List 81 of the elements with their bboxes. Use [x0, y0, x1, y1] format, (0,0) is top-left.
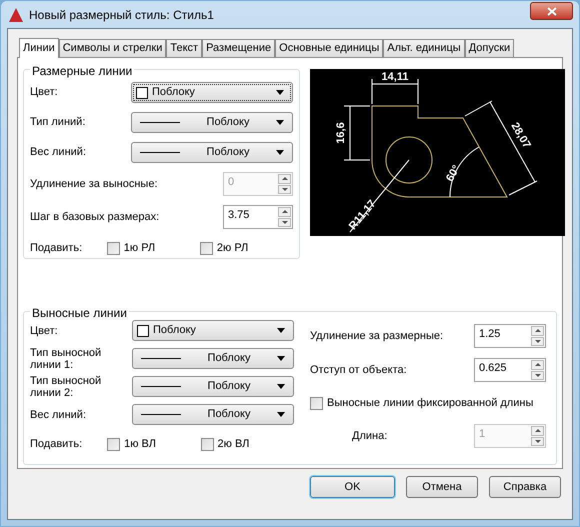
- line-sample-icon: [141, 358, 181, 359]
- dropdown-arrow-icon: [277, 328, 285, 333]
- field-label: Удлинение за размерные:: [310, 328, 444, 344]
- tab[interactable]: Альт. единицы: [383, 39, 465, 57]
- line-sample-icon: [141, 386, 181, 387]
- close-icon: [546, 6, 556, 16]
- checkbox[interactable]: [200, 438, 214, 450]
- dialog-button[interactable]: OK: [310, 476, 395, 498]
- checkbox-label: 2ю РЛ: [216, 240, 248, 256]
- spin-down-icon[interactable]: [531, 336, 544, 346]
- dropdown-arrow-icon: [276, 90, 284, 95]
- suppress-label: Подавить:: [30, 240, 84, 256]
- checkbox-label: 2ю ВЛ: [218, 436, 250, 452]
- field-label: Отступ от объекта:: [310, 362, 407, 378]
- dropdown[interactable]: Поблоку: [132, 320, 294, 341]
- dimension-label: 16,6: [335, 122, 347, 144]
- checkbox[interactable]: [200, 242, 213, 254]
- spinner-value: 0: [227, 175, 236, 190]
- spinner-value: 0.625: [478, 361, 508, 376]
- suppress-label: Подавить:: [30, 436, 84, 452]
- dropdown[interactable]: Поблоку: [131, 82, 293, 103]
- dropdown[interactable]: Поблоку: [132, 404, 294, 425]
- field-label: Вес линий:: [30, 145, 86, 160]
- close-button[interactable]: [530, 2, 573, 20]
- tab[interactable]: Размещение: [202, 39, 276, 57]
- dropdown-value: Поблоку: [206, 379, 252, 394]
- dropdown-arrow-icon: [276, 120, 284, 125]
- checkbox[interactable]: [107, 438, 120, 450]
- checkbox-label: 1ю ВЛ: [124, 436, 156, 452]
- tab[interactable]: Основные единицы: [275, 39, 384, 57]
- dropdown-value: Поблоку: [153, 323, 196, 338]
- field-label: Длина:: [351, 428, 388, 444]
- dropdown[interactable]: Поблоку: [131, 142, 293, 163]
- spinner-field[interactable]: 1.25: [474, 324, 546, 348]
- dropdown-value: Поблоку: [206, 407, 252, 422]
- spinner-value: 1.25: [478, 327, 502, 342]
- dropdown[interactable]: Поблоку: [132, 376, 294, 397]
- spin-up-icon[interactable]: [531, 326, 544, 336]
- color-swatch-icon: [136, 86, 148, 98]
- checkbox-label: 1ю РЛ: [124, 240, 156, 256]
- tab[interactable]: Линии: [19, 38, 59, 58]
- dropdown[interactable]: Поблоку: [132, 348, 294, 369]
- dialog-button[interactable]: Отмена: [406, 476, 478, 498]
- spin-up-icon[interactable]: [531, 360, 544, 370]
- tab[interactable]: Текст: [166, 39, 202, 57]
- dropdown[interactable]: Поблоку: [131, 112, 293, 133]
- field-label: Удлинение за выносные:: [30, 176, 158, 192]
- spinner-field[interactable]: 0.625: [474, 358, 546, 382]
- spin-up-icon[interactable]: [278, 207, 291, 216]
- dimension-label: 14,11: [382, 71, 408, 83]
- field-label: Шаг в базовых размерах:: [30, 210, 160, 225]
- line-sample-icon: [140, 122, 180, 123]
- field-label: Вес линий:: [30, 408, 87, 420]
- tab[interactable]: Символы и стрелки: [58, 39, 166, 57]
- dropdown-arrow-icon: [277, 356, 285, 361]
- field-label: Цвет:: [30, 85, 58, 100]
- field-label: Цвет:: [30, 324, 59, 336]
- spinner-field[interactable]: 3.75: [223, 205, 293, 229]
- checkbox-label: Выносные линии фиксированной длины: [327, 396, 534, 411]
- dropdown-value: Поблоку: [206, 351, 252, 366]
- spin-down-icon[interactable]: [531, 370, 544, 380]
- dialog-button[interactable]: Справка: [489, 476, 561, 498]
- spinner-value: 3.75: [227, 208, 250, 223]
- line-sample-icon: [141, 414, 181, 415]
- dropdown-arrow-icon: [277, 412, 285, 417]
- color-swatch-icon: [137, 324, 149, 336]
- checkbox[interactable]: [106, 242, 120, 254]
- spinner-value: 1: [478, 427, 486, 442]
- dropdown-value: Поблоку: [152, 85, 195, 100]
- checkbox[interactable]: [310, 396, 323, 410]
- field-label: Тип выносной линии 1:: [30, 346, 102, 370]
- spin-down-icon[interactable]: [278, 218, 291, 227]
- tab[interactable]: Допуски: [464, 39, 514, 57]
- dropdown-value: Поблоку: [206, 115, 250, 130]
- dropdown-arrow-icon: [277, 384, 285, 389]
- field-label: Тип линий:: [30, 115, 86, 130]
- line-sample-icon: [140, 152, 180, 153]
- field-label: Тип выносной линии 2:: [30, 374, 102, 398]
- window-title: Новый размерный стиль: Стиль1: [29, 6, 215, 24]
- dropdown-arrow-icon: [276, 150, 284, 155]
- dropdown-value: Поблоку: [206, 145, 250, 160]
